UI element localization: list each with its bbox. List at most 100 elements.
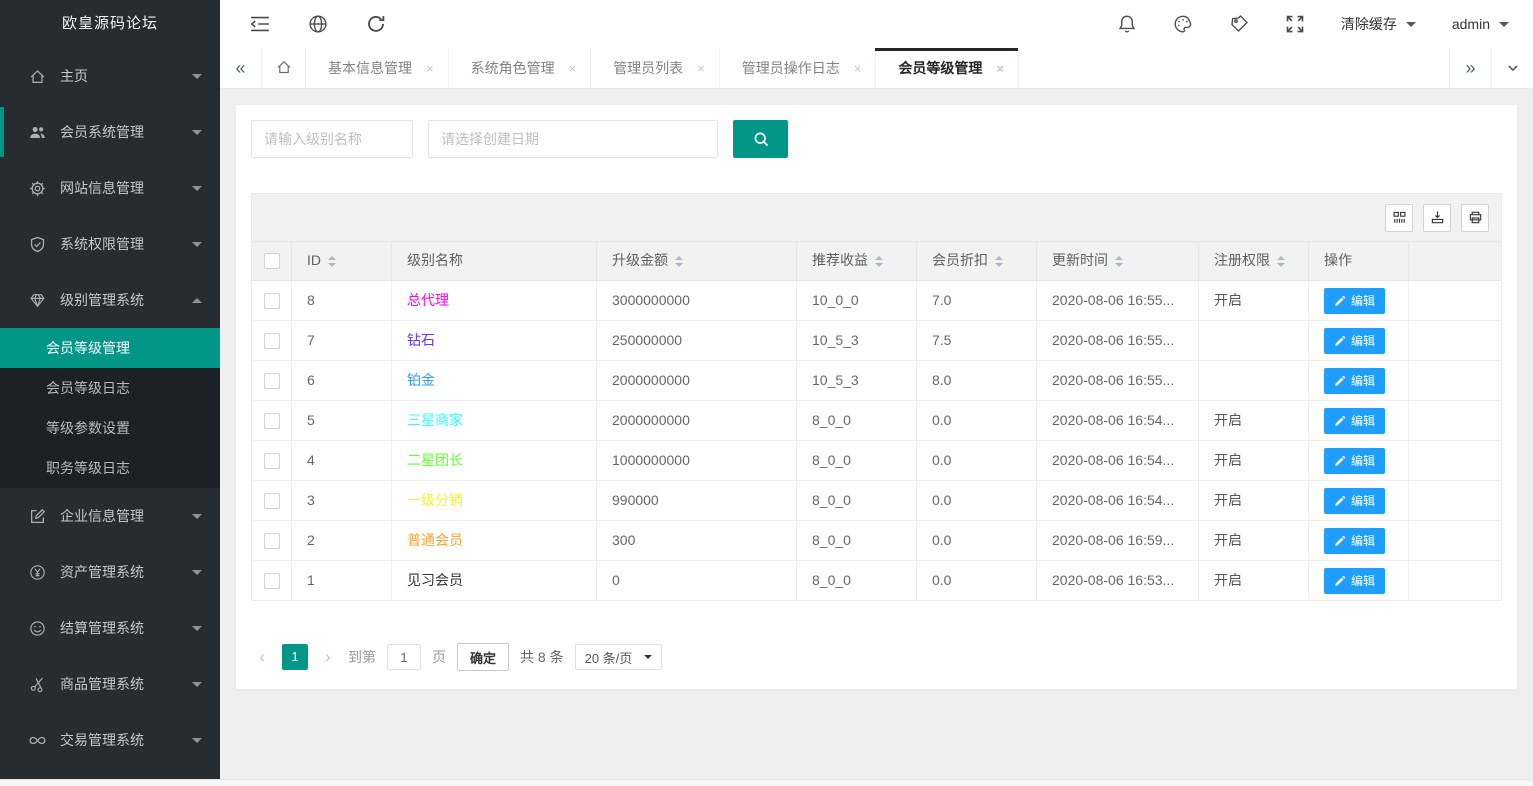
sidebar-item[interactable]: 网站信息管理	[0, 160, 220, 216]
select-all-checkbox[interactable]	[264, 253, 280, 269]
sidebar-item[interactable]: 主页	[0, 48, 220, 104]
close-tab-icon[interactable]: ×	[996, 61, 1004, 76]
sort-icon[interactable]	[675, 256, 683, 267]
bell-icon[interactable]	[1117, 14, 1137, 34]
tab[interactable]: 会员等级管理×	[876, 48, 1019, 88]
column-header[interactable]: 更新时间	[1037, 242, 1199, 280]
update-time-cell: 2020-08-06 16:55...	[1037, 361, 1199, 400]
row-id-cell: 3	[292, 481, 392, 520]
sidebar-subitem[interactable]: 会员等级日志	[0, 368, 220, 408]
pencil-icon	[1334, 575, 1346, 587]
close-tab-icon[interactable]: ×	[569, 61, 577, 76]
row-checkbox[interactable]	[264, 293, 280, 309]
referral-income-cell: 8_0_0	[797, 561, 917, 600]
tab[interactable]: 系统角色管理 ×	[449, 48, 592, 88]
prev-page-button[interactable]: ‹	[253, 644, 271, 670]
sidebar-item[interactable]: 系统权限管理	[0, 216, 220, 272]
tabs-scroll-right-button[interactable]: »	[1449, 48, 1491, 88]
horizontal-scrollbar[interactable]	[0, 779, 1533, 786]
tab[interactable]: 管理员操作日志×	[720, 48, 877, 88]
row-checkbox[interactable]	[264, 573, 280, 589]
top-header: 清除缓存 admin	[220, 0, 1533, 48]
edit-button-label: 编辑	[1351, 572, 1375, 589]
member-discount-cell: 0.0	[917, 521, 1037, 560]
column-header-label: 注册权限	[1214, 252, 1270, 268]
sidebar-item[interactable]: 级别管理系统	[0, 272, 220, 328]
goto-page-input[interactable]	[387, 644, 421, 670]
row-checkbox[interactable]	[264, 493, 280, 509]
sidebar-item[interactable]: 会员系统管理	[0, 104, 220, 160]
tab[interactable]: 基本信息管理×	[306, 48, 449, 88]
search-button[interactable]	[733, 120, 788, 158]
page-size-select[interactable]: 20 条/页	[575, 644, 663, 670]
edit-button[interactable]: 编辑	[1324, 288, 1385, 314]
row-checkbox[interactable]	[264, 453, 280, 469]
column-header[interactable]: ID	[292, 242, 392, 280]
edit-button[interactable]: 编辑	[1324, 408, 1385, 434]
export-button[interactable]	[1423, 204, 1451, 232]
edit-button[interactable]: 编辑	[1324, 528, 1385, 554]
sidebar-item-label: 主页	[60, 66, 192, 86]
sort-icon[interactable]	[1277, 256, 1285, 267]
pencil-icon	[1334, 415, 1346, 427]
tab[interactable]: 管理员列表×	[591, 48, 720, 88]
row-checkbox[interactable]	[264, 413, 280, 429]
sidebar-item[interactable]: 企业信息管理	[0, 488, 220, 544]
sidebar-item[interactable]: 资产管理系统	[0, 544, 220, 600]
create-date-input[interactable]	[428, 120, 718, 158]
sidebar-item-label: 会员系统管理	[60, 122, 192, 142]
page-1-button[interactable]: 1	[282, 644, 308, 670]
main-area: 清除缓存 admin « 基本信息管理×系统角色管理×管理员列表×管理员操作日志…	[220, 0, 1533, 779]
close-tab-icon[interactable]: ×	[854, 61, 862, 76]
clear-cache-dropdown[interactable]: 清除缓存	[1341, 14, 1416, 34]
sidebar-item[interactable]: 交易管理系统	[0, 712, 220, 768]
refresh-icon[interactable]	[366, 14, 386, 34]
next-page-button[interactable]: ›	[319, 644, 337, 670]
sort-icon[interactable]	[1115, 256, 1123, 267]
caret-down-icon	[1406, 22, 1416, 32]
column-header[interactable]: 会员折扣	[917, 242, 1037, 280]
print-button[interactable]	[1461, 204, 1489, 232]
sidebar-subitem[interactable]: 会员等级管理	[0, 328, 220, 368]
update-time-cell: 2020-08-06 16:54...	[1037, 401, 1199, 440]
confirm-page-button[interactable]: 确定	[457, 643, 509, 671]
edit-button[interactable]: 编辑	[1324, 568, 1385, 594]
username: admin	[1452, 16, 1490, 32]
level-name-input[interactable]	[251, 120, 413, 158]
toggle-columns-button[interactable]	[1385, 204, 1413, 232]
table-row: 1见习会员08_0_00.02020-08-06 16:53...开启编辑	[252, 561, 1501, 600]
sort-icon[interactable]	[328, 256, 336, 267]
close-tab-icon[interactable]: ×	[426, 61, 434, 76]
home-tab[interactable]	[262, 48, 306, 88]
sidebar-subitem[interactable]: 职务等级日志	[0, 448, 220, 488]
sidebar-item[interactable]: 结算管理系统	[0, 600, 220, 656]
tabs-scroll-left-button[interactable]: «	[220, 48, 262, 88]
chevron-down-icon	[192, 626, 202, 636]
user-dropdown[interactable]: admin	[1452, 16, 1509, 32]
close-tab-icon[interactable]: ×	[697, 61, 705, 76]
column-header[interactable]: 推荐收益	[797, 242, 917, 280]
sort-icon[interactable]	[875, 256, 883, 267]
row-checkbox[interactable]	[264, 333, 280, 349]
column-header[interactable]: 升级金额	[597, 242, 797, 280]
column-header[interactable]: 注册权限	[1199, 242, 1309, 280]
sidebar-subitem[interactable]: 等级参数设置	[0, 408, 220, 448]
row-checkbox[interactable]	[264, 373, 280, 389]
edit-button[interactable]: 编辑	[1324, 448, 1385, 474]
edit-button[interactable]: 编辑	[1324, 488, 1385, 514]
row-checkbox[interactable]	[264, 533, 280, 549]
tag-icon[interactable]	[1229, 14, 1249, 34]
edit-button[interactable]: 编辑	[1324, 328, 1385, 354]
tabs-menu-button[interactable]	[1491, 48, 1533, 88]
palette-icon[interactable]	[1173, 14, 1193, 34]
globe-icon[interactable]	[308, 14, 328, 34]
edit-button-label: 编辑	[1351, 452, 1375, 469]
sort-icon[interactable]	[995, 256, 1003, 267]
sidebar-item[interactable]: 商品管理系统	[0, 656, 220, 712]
menu-fold-icon[interactable]	[250, 14, 270, 34]
level-name-cell: 铂金	[392, 361, 597, 400]
tab-label: 系统角色管理	[471, 58, 555, 78]
expand-icon[interactable]	[1285, 14, 1305, 34]
infinity-icon	[28, 731, 46, 749]
edit-button[interactable]: 编辑	[1324, 368, 1385, 394]
